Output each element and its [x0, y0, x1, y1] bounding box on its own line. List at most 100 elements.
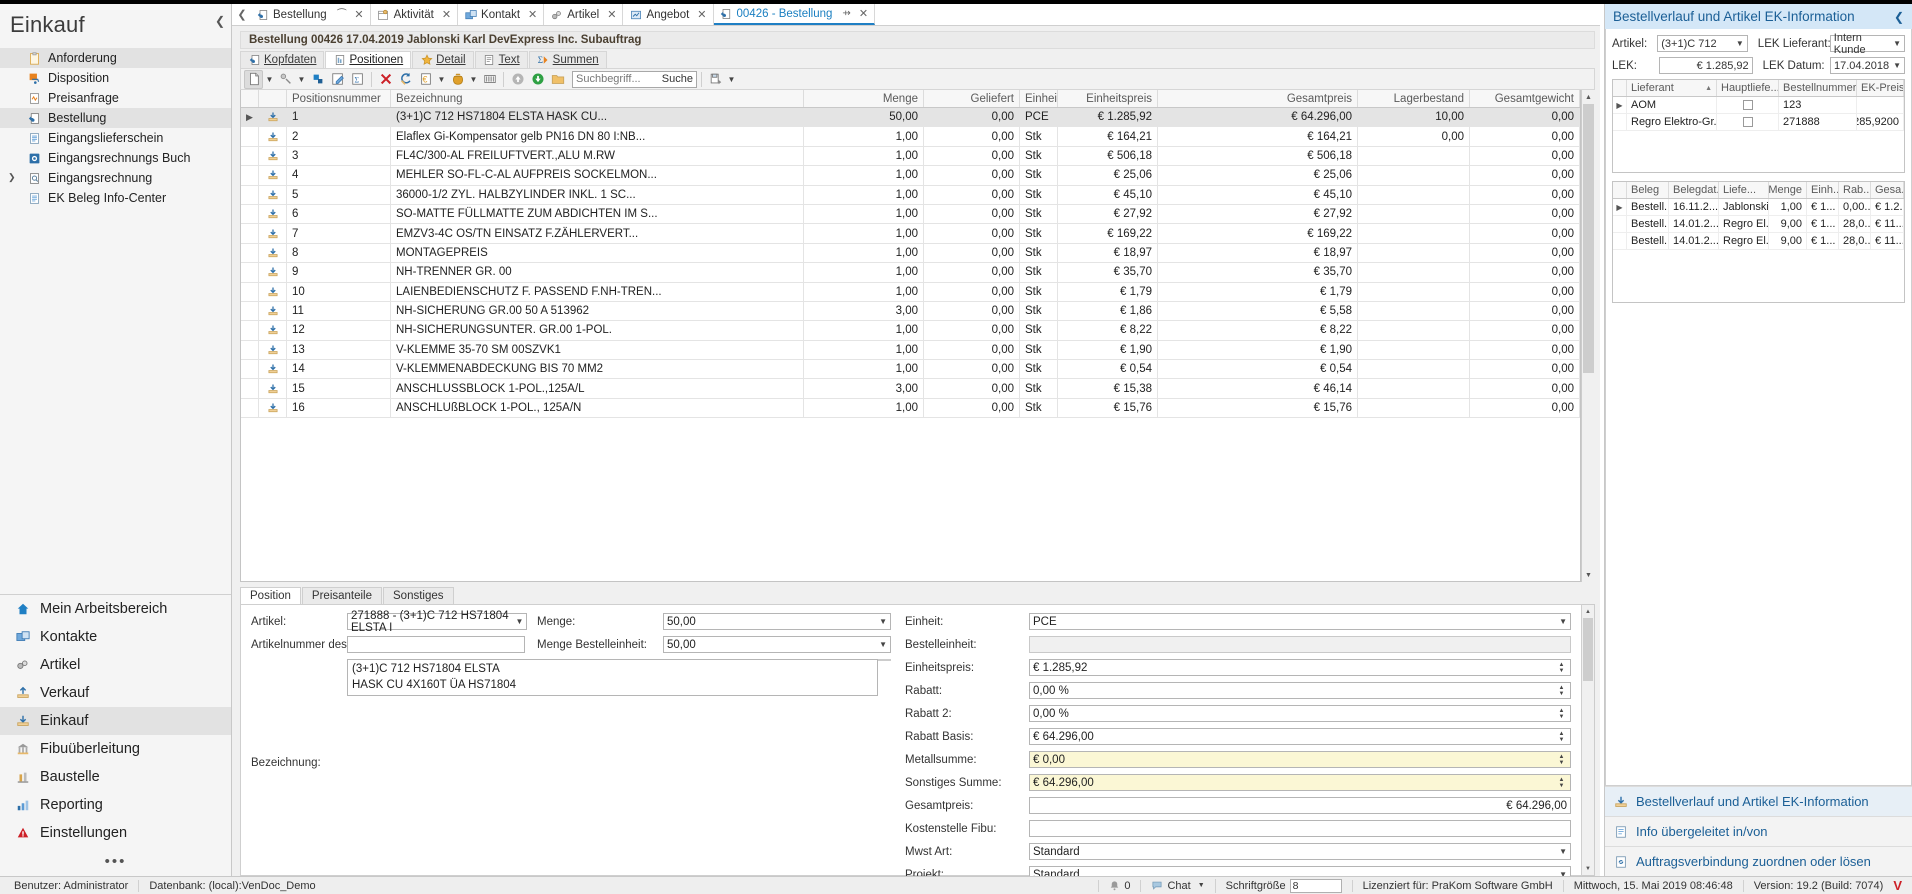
supplier-row[interactable]: Regro Elektro-Gr...271888€ 1.285,9200 [1613, 114, 1904, 131]
artikelnummer-lf-input[interactable] [347, 636, 525, 653]
cell-geliefert[interactable]: 0,00 [924, 127, 1020, 145]
cell-einheit[interactable]: Stk [1020, 379, 1058, 397]
chevron-down-icon[interactable]: ▼ [1889, 61, 1901, 70]
sidebar-module-artikel[interactable]: Artikel [0, 651, 231, 679]
cell-lieferant[interactable]: Regro El... [1719, 216, 1769, 232]
col-hauptlieferant[interactable]: Hauptliefe... [1717, 80, 1779, 96]
table-row[interactable]: 2Elaflex Gi-Kompensator gelb PN16 DN 80 … [241, 127, 1580, 146]
cell-einheitspreis[interactable]: € 8,22 [1058, 321, 1158, 339]
sidebar-module-kontakte[interactable]: Kontakte [0, 623, 231, 651]
cell-beleg[interactable]: Bestell... [1627, 233, 1669, 249]
edit-document-icon[interactable] [328, 70, 347, 89]
cell-lagerbestand[interactable] [1358, 186, 1470, 204]
col-einheitspreis[interactable]: Einh... [1807, 182, 1839, 198]
arrow-up-gray-icon[interactable] [508, 70, 527, 89]
chevron-down-icon[interactable]: ▼ [874, 640, 887, 649]
cell-einheit[interactable]: Stk [1020, 360, 1058, 378]
detail-vertical-scrollbar[interactable]: ▲ ▼ [1582, 604, 1595, 876]
col-menge[interactable]: Menge [1769, 182, 1807, 198]
cell-gesamtgewicht[interactable]: 0,00 [1470, 224, 1580, 242]
cell-positionsnummer[interactable]: 14 [287, 360, 391, 378]
cell-belegdatum[interactable]: 14.01.2... [1669, 216, 1719, 232]
tab-close-icon[interactable]: ✕ [855, 7, 868, 20]
table-row[interactable]: ▶1(3+1)C 712 HS71804 ELSTA HASK CU...50,… [241, 108, 1580, 127]
tab-pin-icon[interactable]: ⏜ [331, 9, 347, 20]
rabatt2-input[interactable]: 0,00 %▲▼ [1029, 705, 1571, 722]
lek-input[interactable]: € 1.285,92 [1659, 57, 1753, 74]
cell-gesamtpreis[interactable]: € 169,22 [1158, 224, 1358, 242]
cell-menge[interactable]: 1,00 [804, 321, 924, 339]
cell-einheit[interactable]: Stk [1020, 147, 1058, 165]
scroll-track[interactable] [1582, 104, 1595, 568]
sidebar-collapse-icon[interactable]: ❮ [215, 14, 225, 28]
menge-bestelleinheit-input[interactable]: 50,00 ▼ [663, 636, 891, 653]
table-row[interactable]: 16ANSCHLUßBLOCK 1-POL., 125A/N1,000,00St… [241, 399, 1580, 418]
cell-belegdatum[interactable]: 14.01.2... [1669, 233, 1719, 249]
tab-close-icon[interactable]: ✕ [603, 8, 616, 21]
ribbon-tab-text[interactable]: Text [475, 51, 528, 68]
kostenstellefibu-input[interactable] [1029, 820, 1571, 837]
lek-lieferant-select[interactable]: Intern Kunde ▼ [1830, 35, 1905, 52]
cell-gesamtpreis[interactable]: € 506,18 [1158, 147, 1358, 165]
chevron-down-icon[interactable]: ▼ [1889, 39, 1901, 48]
cell-belegdatum[interactable]: 16.11.2... [1669, 199, 1719, 215]
cell-geliefert[interactable]: 0,00 [924, 379, 1020, 397]
cell-beleg[interactable]: Bestell... [1627, 216, 1669, 232]
metallsumme-input[interactable]: € 0,00▲▼ [1029, 751, 1571, 768]
col-belegdatum[interactable]: Belegdat... [1669, 182, 1719, 198]
delete-red-x-icon[interactable] [376, 70, 395, 89]
cell-einheit[interactable]: Stk [1020, 127, 1058, 145]
layout-save-dropdown-icon[interactable]: ▼ [726, 70, 737, 89]
cell-menge[interactable]: 1,00 [804, 244, 924, 262]
cell-gesamtpreis[interactable]: € 35,70 [1158, 263, 1358, 281]
cell-gesamtpreis[interactable]: € 15,76 [1158, 399, 1358, 417]
scroll-down-icon[interactable]: ▼ [1582, 568, 1595, 582]
position-download-icon[interactable] [259, 108, 287, 126]
sidebar-module-baustelle[interactable]: Baustelle [0, 763, 231, 791]
sidebar-item-eingangsrechnung[interactable]: ❯ Eingangsrechnung [0, 168, 231, 188]
cell-geliefert[interactable]: 0,00 [924, 166, 1020, 184]
chevron-down-icon[interactable]: ▼ [1554, 617, 1567, 626]
tab-00426-bestellung[interactable]: 00426 - Bestellung ⇸ ✕ [714, 4, 876, 25]
layout-save-icon[interactable] [706, 70, 725, 89]
copy-position-dropdown-icon[interactable]: ▼ [296, 70, 307, 89]
cell-geliefert[interactable]: 0,00 [924, 244, 1020, 262]
cell-hauptlieferant[interactable] [1717, 114, 1779, 130]
grid-header-einheit[interactable]: Einheit [1020, 90, 1058, 107]
position-download-icon[interactable] [259, 283, 287, 301]
cell-einheit[interactable]: Stk [1020, 166, 1058, 184]
cell-bezeichnung[interactable]: MEHLER SO-FL-C-AL AUFPREIS SOCKELMON... [391, 166, 804, 184]
cell-bezeichnung[interactable]: EMZV3-4C OS/TN EINSATZ F.ZÄHLERVERT... [391, 224, 804, 242]
table-row[interactable]: 4MEHLER SO-FL-C-AL AUFPREIS SOCKELMON...… [241, 166, 1580, 185]
cell-gesamtgewicht[interactable]: 0,00 [1470, 108, 1580, 126]
cell-einheitspreis[interactable]: € 45,10 [1058, 186, 1158, 204]
blue-block-icon[interactable] [308, 70, 327, 89]
position-download-icon[interactable] [259, 399, 287, 417]
tab-pin-icon[interactable]: ⇸ [836, 8, 850, 19]
cell-menge[interactable]: 1,00 [804, 147, 924, 165]
cell-gesamtpreis[interactable]: € 18,97 [1158, 244, 1358, 262]
sidebar-item-disposition[interactable]: Disposition [0, 68, 231, 88]
table-row[interactable]: 13V-KLEMME 35-70 SM 00SZVK11,000,00Stk€ … [241, 341, 1580, 360]
cell-geliefert[interactable]: 0,00 [924, 186, 1020, 204]
cell-einheitspreis[interactable]: € 15,76 [1058, 399, 1158, 417]
cell-einheit[interactable]: Stk [1020, 186, 1058, 204]
cell-bestellnummer[interactable]: 271888 [1779, 114, 1857, 130]
chevron-down-icon[interactable]: ▼ [1198, 882, 1205, 889]
position-download-icon[interactable] [259, 321, 287, 339]
fontsize-input[interactable]: 8 [1290, 879, 1342, 893]
cell-gesamtpreis[interactable]: € 1,90 [1158, 341, 1358, 359]
cell-menge[interactable]: 1,00 [1769, 199, 1807, 215]
cell-gesamtgewicht[interactable]: 0,00 [1470, 360, 1580, 378]
grid-header-gesamtgewicht[interactable]: Gesamtgewicht [1470, 90, 1580, 107]
cell-einheitspreis[interactable]: € 1,86 [1058, 302, 1158, 320]
grid-vertical-scrollbar[interactable]: ▲ ▼ [1581, 90, 1595, 582]
cell-positionsnummer[interactable]: 7 [287, 224, 391, 242]
cell-geliefert[interactable]: 0,00 [924, 147, 1020, 165]
money-bag-dropdown-icon[interactable]: ▼ [468, 70, 479, 89]
cell-positionsnummer[interactable]: 6 [287, 205, 391, 223]
scroll-thumb[interactable] [1583, 104, 1594, 373]
sonstigessumme-input[interactable]: € 64.296,00▲▼ [1029, 774, 1571, 791]
cell-bezeichnung[interactable]: MONTAGEPREIS [391, 244, 804, 262]
table-row[interactable]: 3FL4C/300-AL FREILUFTVERT.,ALU M.RW1,000… [241, 147, 1580, 166]
